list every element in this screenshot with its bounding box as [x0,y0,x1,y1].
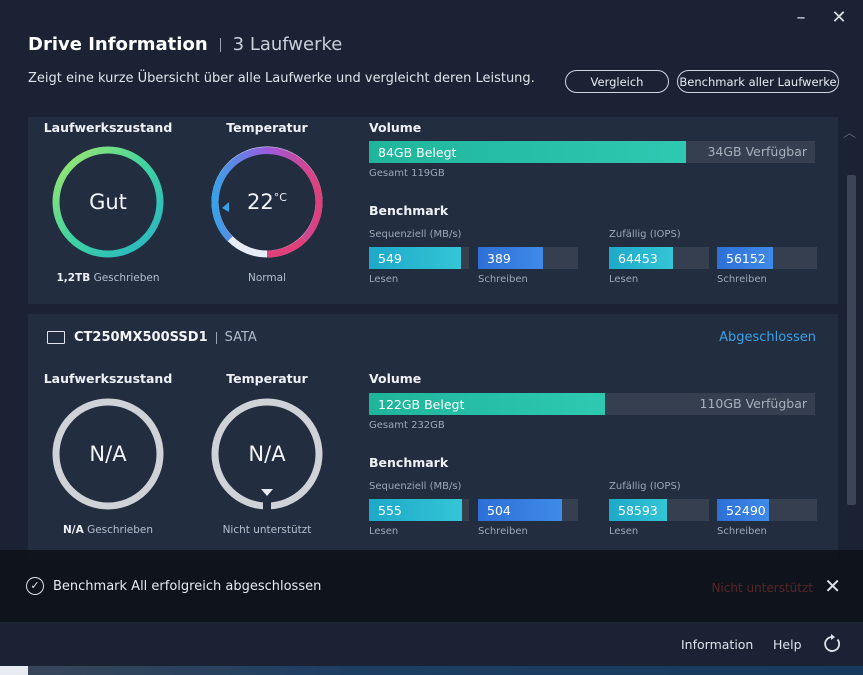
toast-notification: ✓ Benchmark All erfolgreich abgeschlosse… [0,550,863,622]
rand-write-caption: Schreiben [717,274,767,285]
health-label: Laufwerkszustand [43,371,173,386]
volume-bar: 84GB Belegt 34GB Verfügbar [369,141,815,163]
page-header: Drive Information 3 Laufwerke [28,34,342,55]
temperature-label: Temperatur [226,120,308,135]
minimize-button[interactable]: – [791,8,811,28]
temperature-status: Normal [248,272,286,284]
seq-write-caption: Schreiben [478,526,528,537]
written-amount: N/A Geschrieben [62,524,154,536]
rand-read-value: 58593 [609,499,667,521]
rand-read-bar: 64453 [609,247,709,269]
rand-read-caption: Lesen [609,526,639,537]
refresh-icon[interactable] [822,634,842,654]
temperature-value: N/A [248,442,286,466]
rand-write-caption: Schreiben [717,526,767,537]
information-link[interactable]: Information [681,637,753,652]
seq-read-value: 549 [369,247,461,269]
help-link[interactable]: Help [773,637,802,652]
benchmark-label: Benchmark [369,455,449,470]
volume-bar: 122GB Belegt 110GB Verfügbar [369,393,815,415]
rand-read-bar: 58593 [609,499,709,521]
seq-write-value: 504 [478,499,562,521]
rand-write-value: 56152 [717,247,773,269]
health-label: Laufwerkszustand [43,120,173,135]
footer: Information Help [0,622,863,666]
volume-free: 110GB Verfügbar [699,396,808,411]
written-amount: 1,2TB Geschrieben [56,272,160,284]
seq-read-bar: 555 [369,499,469,521]
seq-read-value: 555 [369,499,462,521]
temperature-status: Nicht unterstützt [222,524,312,536]
drive-name: CT250MX500SSD1 [74,330,208,345]
volume-used: 84GB Belegt [369,141,686,163]
benchmark-label: Benchmark [369,203,449,218]
drive-status[interactable]: Abgeschlossen [719,330,816,345]
seq-read-caption: Lesen [369,274,399,285]
taskbar-start[interactable] [0,666,28,675]
rand-read-value: 64453 [609,247,673,269]
sequential-label: Sequenziell (MB/s) [369,229,462,240]
page-title: Drive Information [28,34,208,55]
seq-read-bar: 549 [369,247,469,269]
volume-total: Gesamt 119GB [369,168,445,179]
temperature-value: 22 °C [247,190,287,214]
drive-bus: SATA [224,330,257,345]
title-divider [219,37,221,52]
toast-message: Benchmark All erfolgreich abgeschlossen [53,579,322,594]
rand-write-bar: 52490 [717,499,817,521]
drive-divider [215,331,217,344]
scrollbar-thumb[interactable] [847,175,856,505]
toast-close-icon[interactable]: ✕ [824,574,841,598]
rand-read-caption: Lesen [609,274,639,285]
volume-label: Volume [369,371,422,386]
check-circle-icon: ✓ [26,577,44,595]
random-label: Zufällig (IOPS) [609,481,681,492]
drive-card-2: CT250MX500SSD1 SATA Abgeschlossen Laufwe… [28,314,838,559]
drive-header: CT250MX500SSD1 SATA [47,330,257,345]
page-description: Zeigt eine kurze Übersicht über alle Lau… [28,71,535,86]
health-value: Gut [89,190,127,214]
close-window-button[interactable]: ✕ [829,8,849,28]
drive-count: 3 Laufwerke [232,34,343,55]
volume-used: 122GB Belegt [369,393,606,415]
toast-background-status: Nicht unterstützt [711,581,813,595]
seq-write-bar: 504 [478,499,578,521]
sequential-label: Sequenziell (MB/s) [369,481,462,492]
volume-label: Volume [369,120,422,135]
temperature-label: Temperatur [226,371,308,386]
health-value: N/A [89,442,127,466]
seq-write-value: 389 [478,247,543,269]
seq-write-bar: 389 [478,247,578,269]
volume-total: Gesamt 232GB [369,420,445,431]
drive-card-1: Laufwerkszustand Gut 1,2TB Geschrieben T… [28,117,838,304]
seq-read-caption: Lesen [369,526,399,537]
random-label: Zufällig (IOPS) [609,229,681,240]
taskbar [0,666,863,675]
window-controls: – ✕ [791,8,849,28]
compare-button[interactable]: Vergleich [565,70,669,93]
benchmark-all-button[interactable]: Benchmark aller Laufwerke [677,70,839,93]
rand-write-value: 52490 [717,499,769,521]
rand-write-bar: 56152 [717,247,817,269]
volume-free: 34GB Verfügbar [707,144,807,159]
scroll-up-icon[interactable]: ︿ [843,122,856,141]
drive-icon [47,331,65,344]
seq-write-caption: Schreiben [478,274,528,285]
